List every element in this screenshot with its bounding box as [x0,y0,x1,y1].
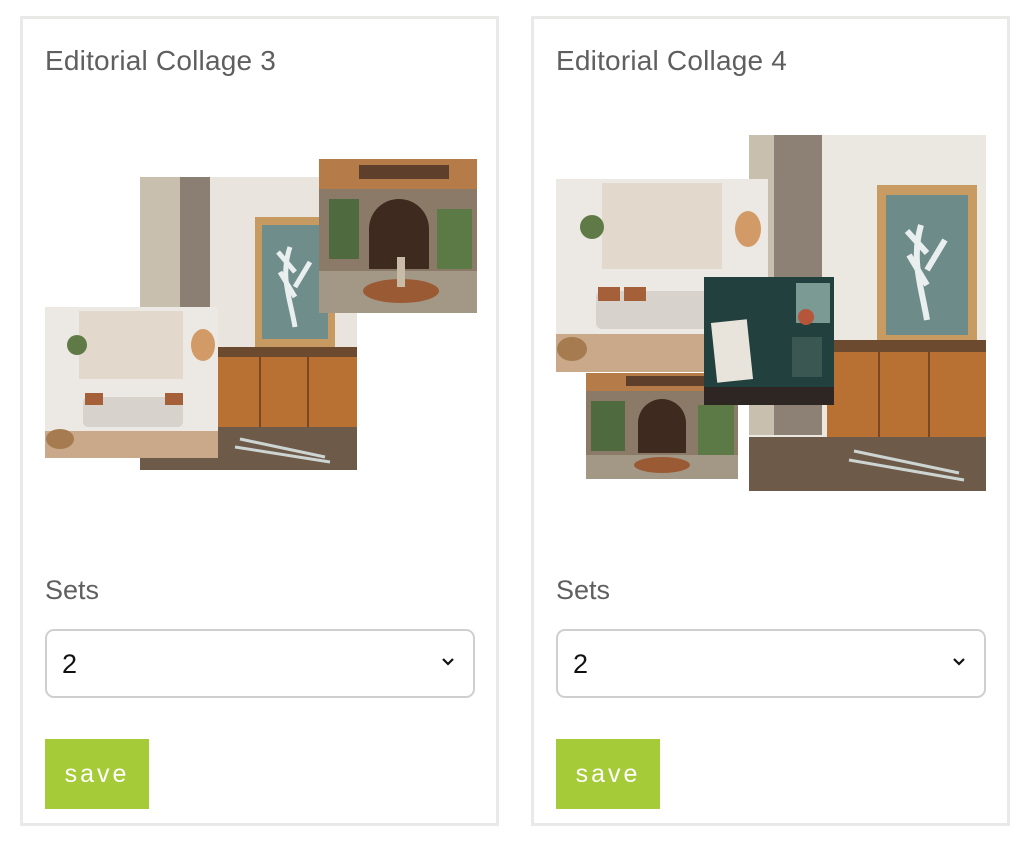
card-title: Editorial Collage 3 [45,45,277,76]
sets-select-value: 2 [62,649,78,679]
card-title: Editorial Collage 4 [556,45,788,76]
living-room-sofa-image [45,307,218,458]
collage-preview [45,129,478,519]
dark-green-room-image [704,277,834,405]
chevron-down-icon [953,658,965,666]
save-button[interactable]: save [556,739,660,809]
sets-label: Sets [556,575,611,605]
chevron-down-icon [442,658,454,666]
sets-label: Sets [45,575,100,605]
save-button[interactable]: save [45,739,149,809]
collage-card-4: Editorial Collage 4 Sets 2 save [531,16,1010,826]
collage-card-3: Editorial Collage 3 Sets 2 save [20,16,499,826]
sets-select-value: 2 [573,649,589,679]
courtyard-fountain-image [319,159,477,313]
collage-preview [556,129,989,519]
sets-select[interactable]: 2 [556,629,986,698]
sets-select[interactable]: 2 [45,629,475,698]
